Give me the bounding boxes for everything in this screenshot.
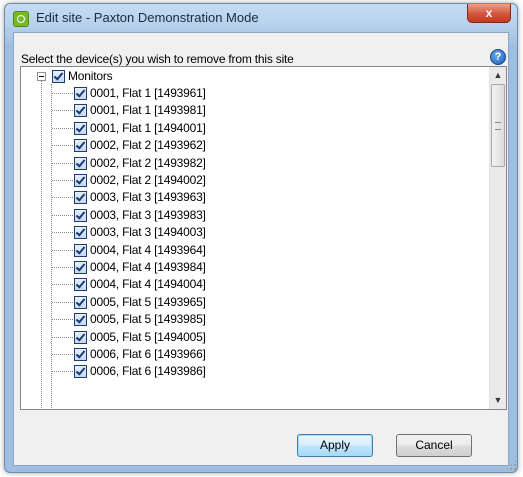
item-checkbox[interactable] [74, 104, 87, 118]
paxton-app-icon [13, 11, 29, 27]
tree-item[interactable]: 0001, Flat 1 [1493961] [21, 85, 321, 102]
tree-item-label: 0005, Flat 5 [1493985] [90, 312, 206, 327]
tree-connector [52, 284, 73, 286]
device-tree[interactable]: Monitors 0001, Flat 1 [1493961] 0001, Fla… [20, 66, 507, 410]
tree-connector [52, 301, 73, 303]
tree-item[interactable]: 0005, Flat 5 [1493985] [21, 311, 321, 328]
item-checkbox[interactable] [74, 174, 87, 187]
apply-button[interactable]: Apply [297, 434, 373, 457]
tree-connector [52, 336, 73, 338]
tree-item-label: 0002, Flat 2 [1493982] [90, 155, 206, 170]
tree-item[interactable]: 0003, Flat 3 [1493963] [21, 189, 321, 206]
cancel-button[interactable]: Cancel [396, 434, 472, 457]
tree-item-label: 0001, Flat 1 [1493981] [90, 103, 206, 118]
tree-connector [52, 110, 73, 112]
tree-item[interactable]: 0002, Flat 2 [1493982] [21, 155, 321, 172]
help-icon[interactable]: ? [490, 49, 506, 65]
tree-item-label: 0003, Flat 3 [1493963] [90, 190, 206, 205]
item-checkbox[interactable] [74, 295, 87, 309]
tree-connector [52, 371, 73, 373]
tree-item-label: 0006, Flat 6 [1493966] [90, 347, 206, 361]
tree-item-label: 0006, Flat 6 [1493986] [90, 364, 206, 379]
tree-item-label: 0005, Flat 5 [1494005] [90, 329, 206, 344]
root-checkbox[interactable] [52, 70, 65, 83]
tree-item-label: 0003, Flat 3 [1493983] [90, 207, 206, 222]
tree-item[interactable]: 0004, Flat 4 [1493964] [21, 242, 321, 259]
tree-item-label: 0002, Flat 2 [1494002] [90, 173, 206, 187]
item-checkbox[interactable] [74, 156, 87, 170]
tree-connector [52, 127, 73, 129]
item-checkbox[interactable] [74, 121, 87, 135]
tree-item-label: 0001, Flat 1 [1494001] [90, 120, 206, 135]
tree-item[interactable]: 0005, Flat 5 [1493965] [21, 294, 321, 311]
scroll-up-icon[interactable]: ▲ [490, 67, 506, 84]
item-checkbox[interactable] [74, 330, 87, 344]
tree-item-label: 0003, Flat 3 [1494003] [90, 225, 206, 240]
item-checkbox[interactable] [74, 208, 87, 222]
item-checkbox[interactable] [74, 348, 87, 361]
tree-item-label: 0005, Flat 5 [1493965] [90, 294, 206, 309]
tree-connector [52, 267, 73, 268]
tree-item[interactable]: 0001, Flat 1 [1493981] [21, 102, 321, 119]
tree-connector [52, 249, 73, 251]
tree-item-label: 0004, Flat 4 [1493984] [90, 260, 206, 274]
tree-connector [52, 232, 73, 234]
tree-item-label: 0004, Flat 4 [1494004] [90, 277, 206, 292]
title-bar[interactable]: Edit site - Paxton Demonstration Mode x [5, 4, 517, 32]
item-checkbox[interactable] [74, 365, 87, 379]
instruction-text: Select the device(s) you wish to remove … [21, 52, 294, 66]
tree-item-label: 0001, Flat 1 [1493961] [90, 86, 206, 100]
tree-item-label: 0004, Flat 4 [1493964] [90, 242, 206, 257]
item-checkbox[interactable] [74, 226, 87, 240]
tree-item[interactable]: 0002, Flat 2 [1493962] [21, 137, 321, 154]
tree-item[interactable]: 0004, Flat 4 [1494004] [21, 276, 321, 293]
tree-item[interactable]: 0005, Flat 5 [1494005] [21, 329, 321, 346]
close-button[interactable]: x [467, 4, 511, 23]
tree-connector [52, 180, 73, 181]
tree-item-label: 0002, Flat 2 [1493962] [90, 138, 206, 153]
item-checkbox[interactable] [74, 261, 87, 274]
tree-connector [52, 162, 73, 164]
scroll-down-icon[interactable]: ▼ [490, 392, 506, 409]
tree-connector [52, 197, 73, 199]
tree-connector [52, 214, 73, 216]
scroll-thumb[interactable] [491, 84, 505, 167]
tree-root-label: Monitors [68, 69, 113, 83]
item-checkbox[interactable] [74, 191, 87, 205]
tree-item[interactable]: 0003, Flat 3 [1493983] [21, 207, 321, 224]
tree-item[interactable]: 0003, Flat 3 [1494003] [21, 224, 321, 241]
collapse-icon[interactable] [37, 72, 46, 81]
tree-root-monitors[interactable]: Monitors [21, 68, 321, 85]
item-checkbox[interactable] [74, 87, 87, 100]
tree-item[interactable]: 0002, Flat 2 [1494002] [21, 172, 321, 189]
close-icon: x [485, 6, 493, 20]
tree-item[interactable]: 0006, Flat 6 [1493986] [21, 363, 321, 380]
tree-connector [52, 354, 73, 355]
item-checkbox[interactable] [74, 313, 87, 327]
item-checkbox[interactable] [74, 139, 87, 153]
tree-item[interactable]: 0004, Flat 4 [1493984] [21, 259, 321, 276]
tree-connector [52, 145, 73, 147]
tree-item[interactable]: 0001, Flat 1 [1494001] [21, 120, 321, 137]
window-title: Edit site - Paxton Demonstration Mode [36, 10, 259, 25]
item-checkbox[interactable] [74, 243, 87, 257]
tree-connector [52, 93, 73, 94]
tree-connector [52, 319, 73, 321]
vertical-scrollbar[interactable]: ▲ ▼ [489, 67, 506, 409]
item-checkbox[interactable] [74, 278, 87, 292]
tree-item[interactable]: 0006, Flat 6 [1493966] [21, 346, 321, 363]
